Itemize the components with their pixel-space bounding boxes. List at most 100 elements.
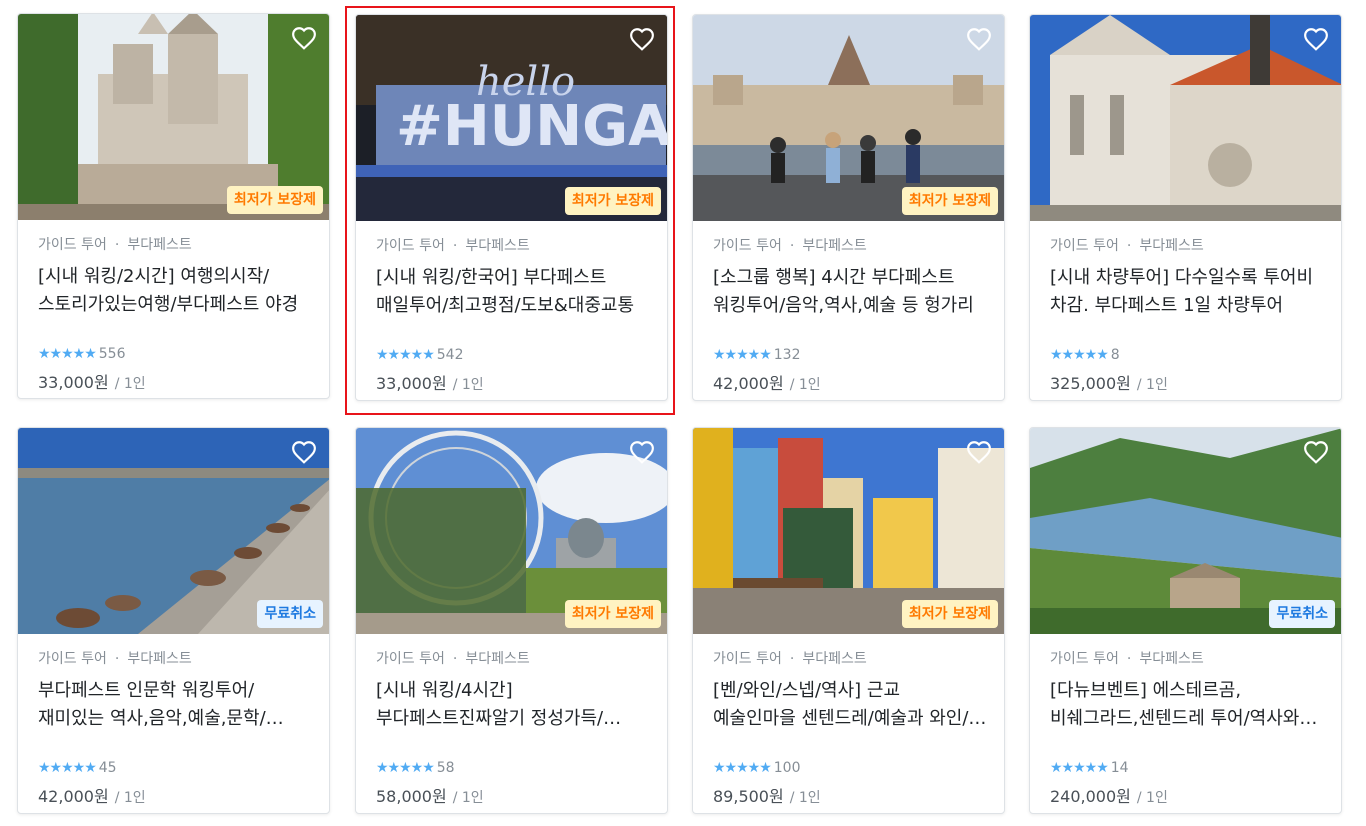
product-info: 가이드 투어 · 부다페스트 [소그룹 행복] 4시간 부다페스트 워킹투어/음악,… bbox=[713, 221, 988, 320]
category-label: 가이드 투어 bbox=[38, 237, 107, 253]
rating-stars-icon: ★★★★★ bbox=[1050, 347, 1109, 363]
product-title[interactable]: [시내 워킹/4시간] 부다페스트진짜알기 정성가득/이것이투어다 완전정복 bbox=[376, 677, 651, 733]
wishlist-heart-icon[interactable] bbox=[629, 440, 655, 464]
product-image[interactable]: #HUNGARY hello 최저가 보장제 bbox=[356, 15, 667, 221]
rating-stars-icon: ★★★★★ bbox=[1050, 760, 1109, 776]
product-category: 가이드 투어 · 부다페스트 bbox=[376, 238, 530, 254]
product-category: 가이드 투어 · 부다페스트 bbox=[1050, 238, 1204, 254]
price-unit: / 1인 bbox=[452, 377, 484, 393]
wishlist-heart-icon[interactable] bbox=[1303, 27, 1329, 51]
wishlist-heart-icon[interactable] bbox=[291, 26, 317, 50]
product-title[interactable]: 부다페스트 인문학 워킹투어/재미있는 역사,음악,예술,문학/스토리 bbox=[38, 677, 313, 733]
product-title[interactable]: [소그룹 행복] 4시간 부다페스트 워킹투어/음악,역사,예술 등 헝가리 bbox=[713, 264, 988, 320]
price: 33,000원 / 1인 bbox=[38, 372, 146, 395]
lowest-price-badge: 최저가 보장제 bbox=[901, 600, 998, 628]
rating: ★★★★★ 8 bbox=[1050, 346, 1120, 363]
lowest-price-badge: 최저가 보장제 bbox=[564, 187, 661, 215]
product-image[interactable] bbox=[1030, 15, 1341, 221]
product-image[interactable]: 최저가 보장제 bbox=[693, 15, 1004, 221]
product-category: 가이드 투어 · 부다페스트 bbox=[376, 651, 530, 667]
review-count: 542 bbox=[436, 347, 464, 363]
matthias-church-photo bbox=[1030, 15, 1341, 221]
svg-text:hello: hello bbox=[476, 59, 575, 105]
review-count: 556 bbox=[98, 346, 126, 362]
product-info: 가이드 투어 · 부다페스트 [시내 워킹/4시간] 부다페스트진짜알기 정성가득/… bbox=[376, 634, 651, 733]
product-card[interactable]: 최저가 보장제 가이드 투어 · 부다페스트 [벤/와인/스넵/역사] 근교 예술인… bbox=[692, 427, 1005, 814]
product-image[interactable]: 최저가 보장제 bbox=[18, 14, 329, 220]
free-cancel-badge: 무료취소 bbox=[1269, 600, 1335, 628]
city-label: 부다페스트 bbox=[1139, 238, 1204, 254]
rating: ★★★★★ 58 bbox=[376, 759, 455, 776]
rating-stars-icon: ★★★★★ bbox=[376, 760, 435, 776]
city-label: 부다페스트 bbox=[127, 651, 192, 667]
rating-stars-icon: ★★★★★ bbox=[38, 760, 97, 776]
product-title[interactable]: [시내 워킹/2시간] 여행의시작/스토리가있는여행/부다페스트 야경 bbox=[38, 263, 313, 319]
city-label: 부다페스트 bbox=[465, 238, 530, 254]
product-info: 가이드 투어 · 부다페스트 부다페스트 인문학 워킹투어/재미있는 역사,음악,예… bbox=[38, 634, 313, 733]
city-label: 부다페스트 bbox=[1139, 651, 1204, 667]
review-count: 132 bbox=[773, 347, 801, 363]
wishlist-heart-icon[interactable] bbox=[966, 440, 992, 464]
category-label: 가이드 투어 bbox=[376, 651, 445, 667]
city-label: 부다페스트 bbox=[802, 238, 867, 254]
product-card[interactable]: 무료취소 가이드 투어 · 부다페스트 [다뉴브벤트] 에스테르곰,비쉐그라드,센텐… bbox=[1029, 427, 1342, 814]
product-title[interactable]: [시내 차량투어] 다수일수록 투어비 차감. 부다페스트 1일 차량투어 bbox=[1050, 264, 1325, 320]
rating-stars-icon: ★★★★★ bbox=[38, 346, 97, 362]
product-category: 가이드 투어 · 부다페스트 bbox=[38, 651, 192, 667]
product-card[interactable]: 최저가 보장제 가이드 투어 · 부다페스트 [시내 워킹/2시간] 여행의시작/스… bbox=[17, 13, 330, 399]
wishlist-heart-icon[interactable] bbox=[966, 27, 992, 51]
price: 42,000원 / 1인 bbox=[713, 373, 821, 396]
lowest-price-badge: 최저가 보장제 bbox=[564, 600, 661, 628]
product-card[interactable]: 최저가 보장제 가이드 투어 · 부다페스트 [소그룹 행복] 4시간 부다페스트 … bbox=[692, 14, 1005, 401]
price-unit: / 1인 bbox=[114, 376, 146, 392]
product-image[interactable]: 최저가 보장제 bbox=[693, 428, 1004, 634]
price-unit: / 1인 bbox=[789, 377, 821, 393]
category-label: 가이드 투어 bbox=[1050, 238, 1119, 254]
product-image[interactable]: 최저가 보장제 bbox=[356, 428, 667, 634]
product-title[interactable]: [벤/와인/스넵/역사] 근교 예술인마을 센텐드레/예술과 와인/행복 bbox=[713, 677, 988, 733]
product-info: 가이드 투어 · 부다페스트 [시내 차량투어] 다수일수록 투어비 차감. 부다페… bbox=[1050, 221, 1325, 320]
price: 325,000원 / 1인 bbox=[1050, 373, 1168, 396]
category-label: 가이드 투어 bbox=[713, 238, 782, 254]
product-grid: 최저가 보장제 가이드 투어 · 부다페스트 [시내 워킹/2시간] 여행의시작/스… bbox=[0, 0, 1366, 826]
product-card[interactable]: 가이드 투어 · 부다페스트 [시내 차량투어] 다수일수록 투어비 차감. 부다페… bbox=[1029, 14, 1342, 401]
product-category: 가이드 투어 · 부다페스트 bbox=[38, 237, 192, 253]
product-category: 가이드 투어 · 부다페스트 bbox=[713, 651, 867, 667]
price-unit: / 1인 bbox=[452, 790, 484, 806]
price-unit: / 1인 bbox=[789, 790, 821, 806]
category-label: 가이드 투어 bbox=[376, 238, 445, 254]
price: 89,500원 / 1인 bbox=[713, 786, 821, 809]
price: 33,000원 / 1인 bbox=[376, 373, 484, 396]
product-card[interactable]: 무료취소 가이드 투어 · 부다페스트 부다페스트 인문학 워킹투어/재미있는 역사… bbox=[17, 427, 330, 814]
price: 58,000원 / 1인 bbox=[376, 786, 484, 809]
price-value: 325,000원 bbox=[1050, 374, 1131, 393]
product-title[interactable]: [시내 워킹/한국어] 부다페스트 매일투어/최고평점/도보&대중교통 bbox=[376, 264, 651, 320]
wishlist-heart-icon[interactable] bbox=[1303, 440, 1329, 464]
review-count: 14 bbox=[1110, 760, 1129, 776]
rating: ★★★★★ 45 bbox=[38, 759, 117, 776]
product-info: 가이드 투어 · 부다페스트 [시내 워킹/한국어] 부다페스트 매일투어/최고평점… bbox=[376, 221, 651, 320]
price-unit: / 1인 bbox=[1136, 377, 1168, 393]
product-title[interactable]: [다뉴브벤트] 에스테르곰,비쉐그라드,센텐드레 투어/역사와 자연 bbox=[1050, 677, 1325, 733]
wishlist-heart-icon[interactable] bbox=[291, 440, 317, 464]
price-value: 42,000원 bbox=[713, 374, 784, 393]
product-info: 가이드 투어 · 부다페스트 [시내 워킹/2시간] 여행의시작/스토리가있는여행/… bbox=[38, 220, 313, 319]
price-value: 58,000원 bbox=[376, 787, 447, 806]
city-label: 부다페스트 bbox=[802, 651, 867, 667]
price-value: 42,000원 bbox=[38, 787, 109, 806]
price-value: 33,000원 bbox=[376, 374, 447, 393]
free-cancel-badge: 무료취소 bbox=[257, 600, 323, 628]
wishlist-heart-icon[interactable] bbox=[629, 27, 655, 51]
product-card[interactable]: 최저가 보장제 가이드 투어 · 부다페스트 [시내 워킹/4시간] 부다페스트진짜… bbox=[355, 427, 668, 814]
category-label: 가이드 투어 bbox=[1050, 651, 1119, 667]
product-image[interactable]: 무료취소 bbox=[18, 428, 329, 634]
product-image[interactable]: 무료취소 bbox=[1030, 428, 1341, 634]
rating: ★★★★★ 100 bbox=[713, 759, 801, 776]
rating-stars-icon: ★★★★★ bbox=[376, 347, 435, 363]
rating: ★★★★★ 556 bbox=[38, 345, 126, 362]
review-count: 100 bbox=[773, 760, 801, 776]
rating: ★★★★★ 14 bbox=[1050, 759, 1129, 776]
price-unit: / 1인 bbox=[1136, 790, 1168, 806]
product-card[interactable]: #HUNGARY hello 최저가 보장제 가이드 투어·부다페스트 [시내 … bbox=[355, 14, 668, 401]
review-count: 58 bbox=[436, 760, 455, 776]
